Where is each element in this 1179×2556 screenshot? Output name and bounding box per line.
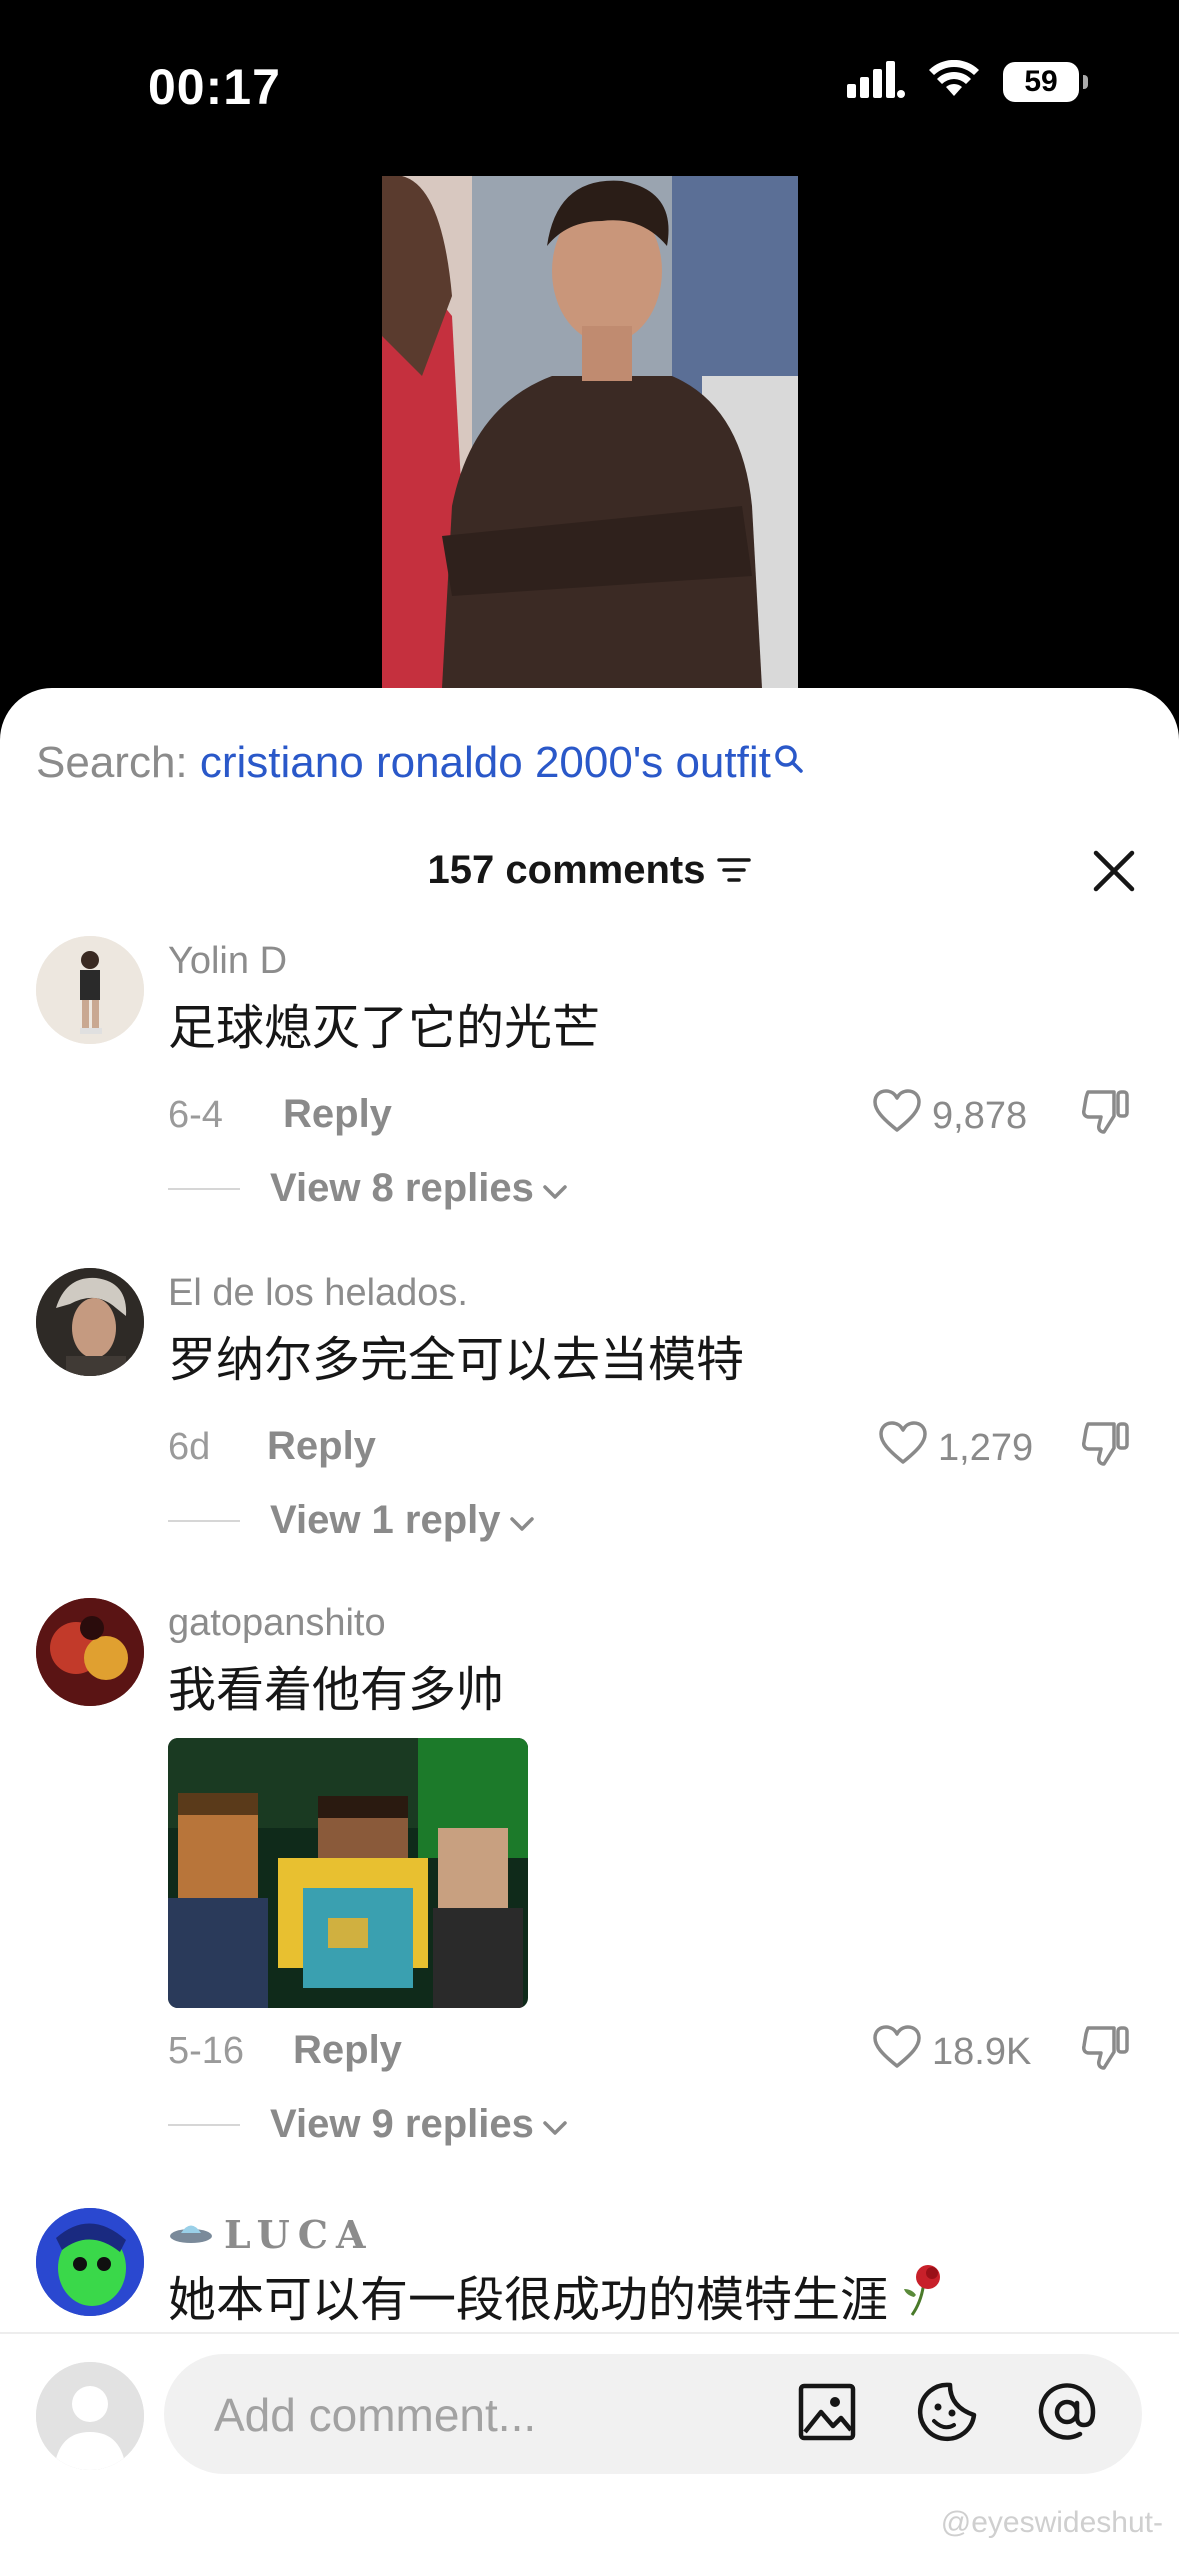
- emoji-button[interactable]: [914, 2381, 980, 2447]
- view-replies-label: View 9 replies: [270, 2102, 534, 2146]
- thumbs-down-icon: [1080, 1090, 1132, 1142]
- reply-button[interactable]: Reply: [283, 1092, 392, 1137]
- view-replies-label: View 8 replies: [270, 1166, 534, 1210]
- comments-sheet: Search: cristiano ronaldo 2000's outfit …: [0, 688, 1179, 2556]
- replies-divider: [168, 1519, 240, 1522]
- mention-button[interactable]: [1034, 2381, 1100, 2447]
- chevron-down-icon: [509, 1498, 535, 1543]
- dislike-button[interactable]: [1080, 2022, 1132, 2079]
- sort-icon[interactable]: [717, 850, 752, 895]
- view-replies-label: View 1 reply: [270, 1498, 501, 1542]
- avatar[interactable]: [36, 1268, 144, 1376]
- related-search[interactable]: Search: cristiano ronaldo 2000's outfit: [36, 738, 807, 788]
- comment-date: 6d: [168, 1426, 211, 1468]
- battery-indicator: 59: [1003, 61, 1088, 102]
- replies-divider: [168, 1187, 240, 1190]
- heart-icon: [872, 1088, 922, 1144]
- reply-button[interactable]: Reply: [267, 1424, 376, 1469]
- comment-username[interactable]: El de los helados.: [168, 1272, 468, 1315]
- avatar[interactable]: [36, 936, 144, 1044]
- status-time: 00:17: [148, 59, 281, 115]
- view-replies-button[interactable]: View 1 reply: [168, 1498, 535, 1543]
- reply-button[interactable]: Reply: [293, 2028, 402, 2073]
- comment-username: LUCA: [224, 2212, 374, 2257]
- comment-gif[interactable]: [168, 1738, 528, 2008]
- comment-date: 5-16: [168, 2030, 245, 2072]
- wilted-rose-icon: [902, 2261, 946, 2329]
- emoji-icon: [916, 2381, 978, 2448]
- chevron-down-icon: [542, 1166, 568, 1211]
- ufo-icon: [168, 2213, 214, 2256]
- like-button[interactable]: 9,878: [872, 1088, 1027, 1144]
- comments-count: 157 comments: [427, 848, 706, 892]
- video-player[interactable]: [382, 176, 798, 688]
- at-icon: [1036, 2381, 1098, 2448]
- comment-input[interactable]: Add comment...: [164, 2354, 1142, 2474]
- view-replies-button[interactable]: View 9 replies: [168, 2102, 568, 2147]
- image-icon: [797, 2382, 857, 2447]
- comments-header: 157 comments: [0, 848, 1179, 895]
- comment-date: 6-4: [168, 1094, 223, 1136]
- avatar[interactable]: [36, 2208, 144, 2316]
- comment-text: 罗纳尔多完全可以去当模特: [168, 1332, 745, 1388]
- like-button[interactable]: 18.9K: [872, 2024, 1031, 2080]
- watermark: @eyeswideshut-: [940, 2506, 1163, 2539]
- heart-icon: [872, 2024, 922, 2080]
- like-count: 18.9K: [932, 2030, 1032, 2073]
- dislike-button[interactable]: [1080, 1086, 1132, 1143]
- search-icon: [773, 738, 807, 788]
- cellular-signal-icon: [847, 60, 905, 103]
- avatar[interactable]: [36, 1598, 144, 1706]
- comment-username[interactable]: Yolin D: [168, 940, 287, 983]
- view-replies-button[interactable]: View 8 replies: [168, 1166, 568, 1211]
- comment-text: 她本可以有一段很成功的模特生涯: [168, 2272, 889, 2328]
- thumbs-down-icon: [1080, 2026, 1132, 2078]
- comment-input-placeholder: Add comment...: [214, 2389, 537, 2441]
- comment-username[interactable]: gatopanshito: [168, 1602, 386, 1645]
- wifi-icon: [929, 59, 979, 103]
- search-prefix: Search:: [36, 738, 200, 787]
- replies-divider: [168, 2123, 240, 2126]
- like-button[interactable]: 1,279: [878, 1420, 1033, 1476]
- like-count: 9,878: [932, 1094, 1028, 1137]
- dislike-button[interactable]: [1080, 1418, 1132, 1475]
- thumbs-down-icon: [1080, 1422, 1132, 1474]
- current-user-avatar[interactable]: [36, 2362, 144, 2470]
- close-button[interactable]: [1079, 838, 1149, 908]
- image-button[interactable]: [794, 2381, 860, 2447]
- close-icon: [1092, 849, 1136, 898]
- search-query-link[interactable]: cristiano ronaldo 2000's outfit: [200, 738, 771, 787]
- status-icons: 59: [847, 59, 1088, 103]
- comment-text: 我看着他有多帅: [168, 1662, 505, 1718]
- comment-text-row: 她本可以有一段很成功的模特生涯: [168, 2260, 946, 2330]
- heart-icon: [878, 1420, 928, 1476]
- like-count: 1,279: [938, 1426, 1034, 1469]
- comment-text: 足球熄灭了它的光芒: [168, 1000, 601, 1056]
- status-bar: 00:17 59: [0, 0, 1179, 170]
- comment-username-row[interactable]: LUCA: [168, 2212, 374, 2257]
- chevron-down-icon: [542, 2102, 568, 2147]
